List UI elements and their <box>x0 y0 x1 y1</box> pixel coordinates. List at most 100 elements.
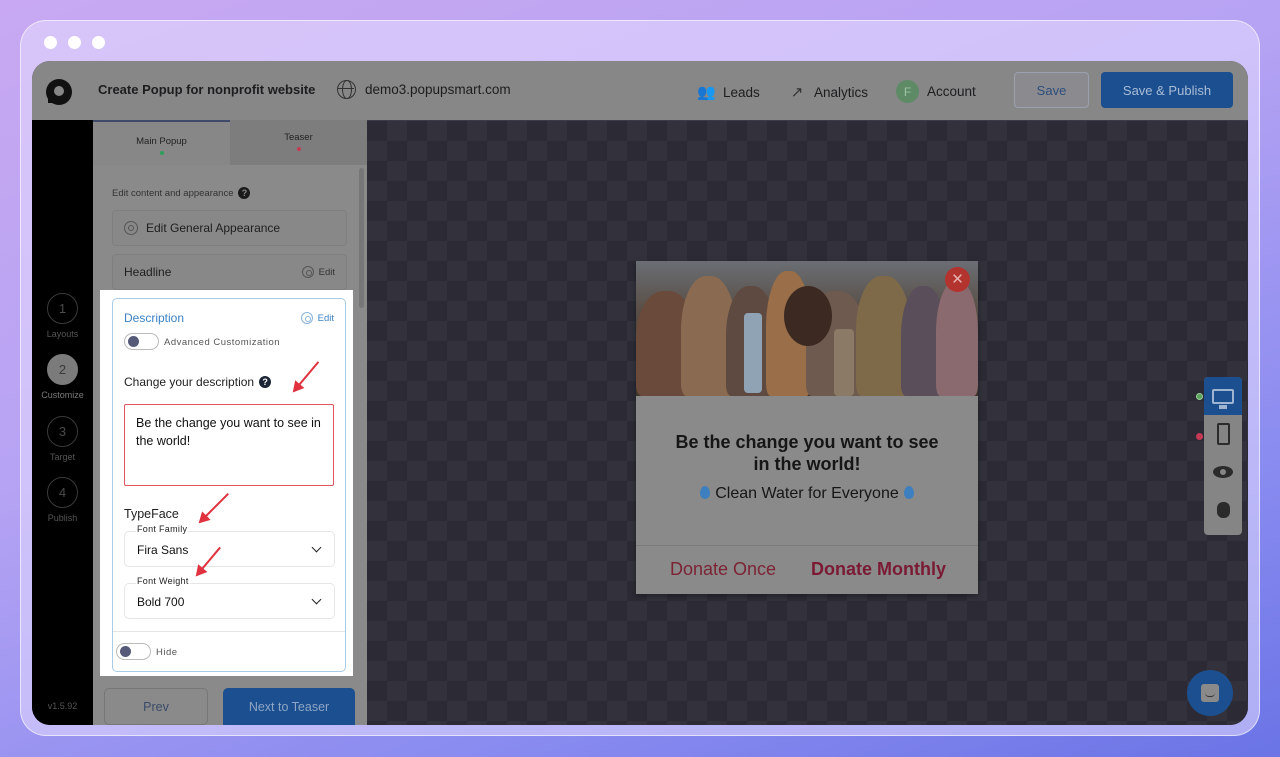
steps-sidebar: 1 Layouts 2 Customize 3 Target 4 Publish… <box>32 120 93 725</box>
headline-row[interactable]: Headline Edit <box>112 254 347 290</box>
device-toolbar <box>1204 377 1242 535</box>
font-weight-label: Font Weight <box>136 576 190 586</box>
popup-preview: ✕ Be the change you want to see in the w… <box>636 261 978 594</box>
font-weight-value: Bold 700 <box>137 595 185 609</box>
step-label: Target <box>49 452 75 462</box>
project-title: Create Popup for nonprofit website <box>98 82 316 97</box>
website-domain[interactable]: demo3.popupsmart.com <box>365 82 511 97</box>
hide-label: Hide <box>156 647 178 658</box>
nav-account-label: Account <box>927 84 976 99</box>
chevron-down-icon <box>311 594 322 605</box>
desktop-status-dot <box>1196 393 1203 400</box>
nav-leads[interactable]: 👥 Leads <box>697 83 760 101</box>
water-drop-icon <box>700 486 711 499</box>
preview-button[interactable] <box>1204 453 1242 491</box>
description-textarea[interactable]: Be the change you want to see in the wor… <box>124 404 334 486</box>
prev-button[interactable]: Prev <box>104 688 208 725</box>
step-number: 4 <box>47 477 78 508</box>
popup-close-button[interactable]: ✕ <box>945 267 970 292</box>
nav-leads-label: Leads <box>723 84 760 100</box>
description-highlight: Description Edit Advanced Customization … <box>100 290 353 676</box>
edit-general-appearance-button[interactable]: Edit General Appearance <box>112 210 347 246</box>
bug-icon <box>1216 502 1230 518</box>
users-icon: 👥 <box>697 84 716 101</box>
gear-icon <box>124 221 138 235</box>
chat-support-button[interactable] <box>1187 670 1233 716</box>
chat-icon <box>1201 684 1219 702</box>
advanced-customization-label: Advanced Customization <box>164 337 281 348</box>
version-label: v1.5.92 <box>47 701 78 711</box>
font-family-value: Fira Sans <box>137 543 189 557</box>
step-publish[interactable]: 4 Publish <box>32 477 93 523</box>
tab-teaser[interactable]: Teaser <box>230 120 367 165</box>
water-drop-icon <box>903 486 914 499</box>
preview-canvas: ✕ Be the change you want to see in the w… <box>367 120 1248 725</box>
hide-toggle[interactable] <box>116 643 151 660</box>
description-field-label: Change your description ? <box>124 375 272 389</box>
save-publish-button[interactable]: Save & Publish <box>1101 72 1233 108</box>
tab-main-popup[interactable]: Main Popup <box>93 120 230 165</box>
save-button[interactable]: Save <box>1014 72 1089 108</box>
trend-icon: ↗ <box>790 84 804 101</box>
popup-headline: Be the change you want to see in the wor… <box>636 431 978 475</box>
font-family-label: Font Family <box>136 524 189 534</box>
window-controls <box>44 36 105 49</box>
top-bar: Create Popup for nonprofit website demo3… <box>32 61 1248 120</box>
popup-hero-image: ✕ <box>636 261 978 396</box>
description-card: Description Edit Advanced Customization … <box>112 298 346 672</box>
description-field-label-text: Change your description <box>124 375 255 389</box>
debug-button[interactable] <box>1204 491 1242 529</box>
edit-label: Edit <box>318 266 335 278</box>
window-minimize-button[interactable] <box>68 36 81 49</box>
headline-label: Headline <box>124 265 172 279</box>
help-icon[interactable]: ? <box>259 376 272 388</box>
section-hint-text: Edit content and appearance <box>112 187 234 199</box>
tab-label: Teaser <box>284 132 313 143</box>
step-number: 1 <box>47 293 78 324</box>
donate-monthly-button[interactable]: Donate Monthly <box>811 559 946 580</box>
description-edit-button[interactable]: Edit <box>300 312 334 324</box>
gear-icon <box>300 312 313 324</box>
donate-once-button[interactable]: Donate Once <box>670 559 776 580</box>
font-family-select[interactable]: Font Family Fira Sans <box>124 524 335 567</box>
mobile-view-button[interactable] <box>1204 415 1242 453</box>
gear-icon <box>301 266 314 278</box>
step-number: 2 <box>47 354 78 385</box>
step-label: Customize <box>41 390 84 400</box>
next-to-teaser-button[interactable]: Next to Teaser <box>223 688 355 725</box>
step-customize[interactable]: 2 Customize <box>32 354 93 400</box>
nav-account[interactable]: F Account <box>896 80 976 103</box>
window-close-button[interactable] <box>44 36 57 49</box>
status-dot <box>159 151 164 155</box>
chevron-down-icon <box>311 542 322 553</box>
nav-analytics-label: Analytics <box>814 84 869 100</box>
font-weight-select[interactable]: Font Weight Bold 700 <box>124 576 335 619</box>
popup-divider <box>636 545 978 546</box>
popup-subtext: Clean Water for Everyone <box>636 485 978 503</box>
avatar: F <box>896 80 919 103</box>
desktop-view-button[interactable] <box>1204 377 1242 415</box>
step-number: 3 <box>47 416 78 447</box>
popupsmart-logo[interactable] <box>46 79 72 105</box>
step-layouts[interactable]: 1 Layouts <box>32 293 93 339</box>
section-hint: Edit content and appearance ? <box>112 187 251 199</box>
window-maximize-button[interactable] <box>92 36 105 49</box>
eye-icon <box>1213 466 1233 478</box>
nav-analytics[interactable]: ↗ Analytics <box>788 83 868 101</box>
step-label: Layouts <box>46 329 79 339</box>
status-dot <box>296 147 301 151</box>
popup-tabs: Main Popup Teaser <box>93 120 367 165</box>
step-target[interactable]: 3 Target <box>32 416 93 462</box>
edit-label: Edit <box>317 312 334 324</box>
phone-icon <box>1216 423 1230 445</box>
headline-edit-button[interactable]: Edit <box>301 266 335 278</box>
mobile-status-dot <box>1196 433 1203 440</box>
globe-icon <box>337 80 356 99</box>
help-icon[interactable]: ? <box>238 187 251 199</box>
typeface-label: TypeFace <box>124 507 179 521</box>
popup-subtext-label: Clean Water for Everyone <box>715 485 899 502</box>
description-title: Description <box>124 311 185 325</box>
tab-label: Main Popup <box>136 136 187 147</box>
panel-scrollbar[interactable] <box>359 168 364 308</box>
advanced-customization-toggle[interactable] <box>124 333 159 350</box>
